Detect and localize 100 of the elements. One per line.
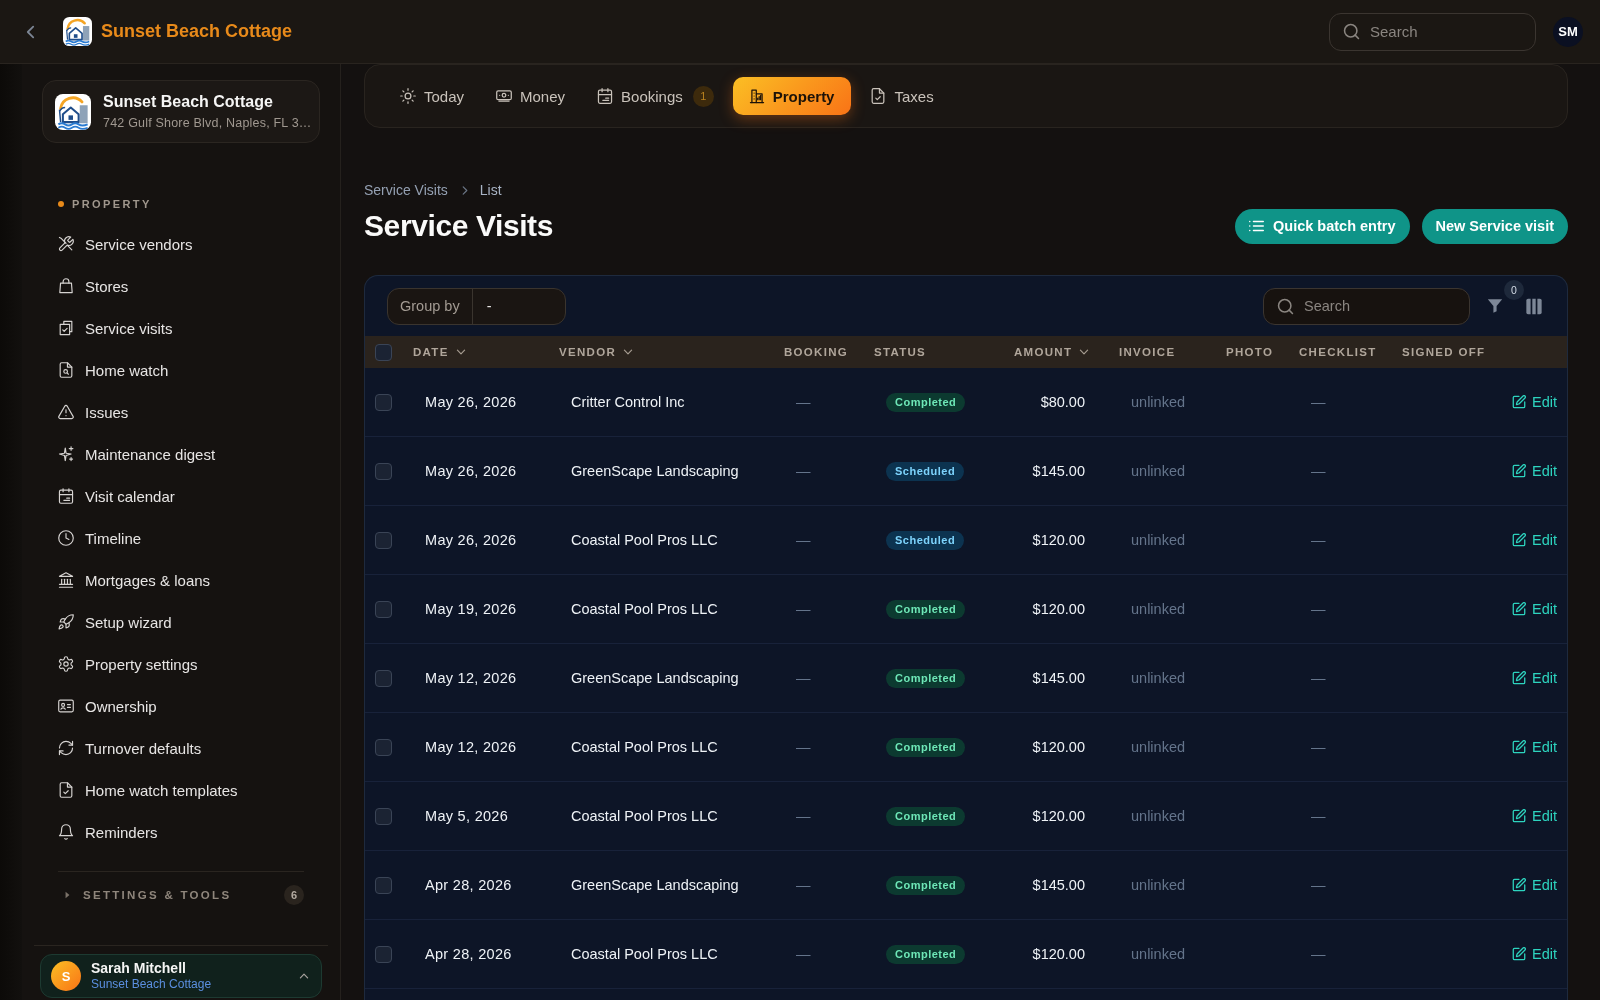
- row-checkbox[interactable]: [375, 738, 392, 756]
- bag-icon: [58, 278, 74, 294]
- edit-button[interactable]: Edit: [1512, 532, 1557, 548]
- sidebar-item[interactable]: Timeline: [38, 517, 324, 559]
- checklist-cell: —: [1311, 463, 1326, 479]
- sidebar-item[interactable]: Service vendors: [38, 223, 324, 265]
- column-header[interactable]: AMOUNT: [1014, 346, 1090, 358]
- count-badge: 1: [692, 85, 714, 107]
- search-field[interactable]: Search: [1329, 12, 1536, 51]
- date-cell: May 12, 2026: [425, 670, 517, 686]
- house-logo-icon: [55, 93, 91, 130]
- column-header: INVOICE: [1119, 346, 1176, 358]
- select-all-checkbox[interactable]: [375, 343, 392, 361]
- filter-icon[interactable]: [1487, 298, 1503, 314]
- checklist-cell: —: [1311, 394, 1326, 410]
- sidebar-item[interactable]: Mortgages & loans: [38, 559, 324, 601]
- property-card[interactable]: Sunset Beach Cottage 742 Gulf Shore Blvd, Naples, FL 3…: [42, 80, 320, 143]
- edit-button[interactable]: Edit: [1512, 739, 1557, 755]
- row-checkbox[interactable]: [375, 462, 392, 480]
- edit-button[interactable]: Edit: [1512, 808, 1557, 824]
- chevron-left-icon[interactable]: [26, 23, 35, 40]
- user-avatar[interactable]: SM: [1553, 16, 1583, 47]
- vendor-cell: Coastal Pool Pros LLC: [571, 739, 718, 755]
- status-tag: Scheduled: [886, 461, 965, 481]
- nav-tab[interactable]: Property: [732, 77, 852, 115]
- user-card[interactable]: S Sarah Mitchell Sunset Beach Cottage: [40, 954, 322, 998]
- breadcrumb-link[interactable]: Service Visits: [364, 182, 448, 198]
- status-tag: Completed: [886, 806, 966, 826]
- amount-cell: $120.00: [1032, 739, 1085, 755]
- sidebar-item[interactable]: Reminders: [38, 811, 324, 853]
- building-icon: [748, 88, 765, 104]
- column-header[interactable]: DATE: [413, 346, 466, 358]
- settings-group-toggle[interactable]: SETTINGS & TOOLS 6: [60, 880, 304, 910]
- column-header: CHECKLIST: [1299, 346, 1377, 358]
- user-property: Sunset Beach Cottage: [91, 977, 213, 992]
- rocket-icon: [58, 614, 74, 630]
- checklist-cell: —: [1311, 670, 1326, 686]
- group-by-select[interactable]: Group by -: [387, 287, 566, 325]
- nav-tab[interactable]: Money: [483, 77, 579, 115]
- file-check-icon: [870, 88, 887, 104]
- date-cell: Apr 28, 2026: [425, 877, 512, 893]
- status-tag: Completed: [886, 668, 966, 688]
- gear-icon: [58, 656, 74, 672]
- bank-icon: [58, 572, 74, 588]
- row-checkbox[interactable]: [375, 393, 392, 411]
- nav-tab[interactable]: Taxes: [857, 77, 947, 115]
- sidebar-item[interactable]: Ownership: [38, 685, 324, 727]
- id-card-icon: [58, 698, 74, 714]
- edit-button[interactable]: Edit: [1512, 877, 1557, 893]
- sidebar-item[interactable]: Property settings: [38, 643, 324, 685]
- sidebar-item[interactable]: Stores: [38, 265, 324, 307]
- sidebar-item[interactable]: Setup wizard: [38, 601, 324, 643]
- vendor-cell: Coastal Pool Pros LLC: [571, 946, 718, 962]
- sidebar-item[interactable]: Turnover defaults: [38, 727, 324, 769]
- booking-cell: —: [796, 394, 811, 410]
- batch-entry-button[interactable]: Quick batch entry: [1235, 208, 1410, 244]
- invoice-cell: unlinked: [1131, 946, 1185, 962]
- edit-icon: [1512, 395, 1526, 409]
- new-visit-button[interactable]: New Service visit: [1421, 208, 1568, 244]
- edit-button[interactable]: Edit: [1512, 463, 1557, 479]
- status-tag: Completed: [886, 875, 966, 895]
- sidebar-item[interactable]: Maintenance digest: [38, 433, 324, 475]
- dot-icon: [58, 201, 64, 207]
- filter-count-badge: 0: [1504, 280, 1524, 300]
- sidebar-item[interactable]: Home watch templates: [38, 769, 324, 811]
- row-checkbox[interactable]: [375, 600, 392, 618]
- sparkle-icon: [58, 446, 74, 462]
- status-tag: Completed: [886, 599, 966, 619]
- calendar-icon: [58, 488, 74, 504]
- booking-cell: —: [796, 877, 811, 893]
- row-checkbox[interactable]: [375, 807, 392, 825]
- invoice-cell: unlinked: [1131, 532, 1185, 548]
- edit-button[interactable]: Edit: [1512, 601, 1557, 617]
- page-title: Service Visits: [364, 208, 553, 244]
- status-tag: Scheduled: [886, 530, 965, 550]
- booking-cell: —: [796, 808, 811, 824]
- tools-icon: [58, 236, 74, 252]
- amount-cell: $145.00: [1032, 463, 1085, 479]
- search-field[interactable]: Search: [1263, 287, 1470, 325]
- columns-icon[interactable]: [1525, 297, 1543, 315]
- sidebar-item[interactable]: Visit calendar: [38, 475, 324, 517]
- calendar-icon: [597, 88, 614, 104]
- edit-button[interactable]: Edit: [1512, 946, 1557, 962]
- sidebar-item[interactable]: Home watch: [38, 349, 324, 391]
- user-avatar: S: [51, 961, 81, 991]
- edit-button[interactable]: Edit: [1512, 670, 1557, 686]
- booking-cell: —: [796, 670, 811, 686]
- amount-cell: $80.00: [1040, 394, 1085, 410]
- chevron-up-icon: [299, 973, 309, 979]
- nav-tab[interactable]: Bookings 1: [584, 77, 727, 115]
- row-checkbox[interactable]: [375, 531, 392, 549]
- row-checkbox[interactable]: [375, 876, 392, 894]
- invoice-cell: unlinked: [1131, 463, 1185, 479]
- column-header[interactable]: VENDOR: [559, 346, 633, 358]
- row-checkbox[interactable]: [375, 669, 392, 687]
- nav-tab[interactable]: Today: [387, 77, 478, 115]
- row-checkbox[interactable]: [375, 945, 392, 963]
- sidebar-item[interactable]: Issues: [38, 391, 324, 433]
- edit-button[interactable]: Edit: [1512, 394, 1557, 410]
- sidebar-item[interactable]: Service visits: [38, 307, 324, 349]
